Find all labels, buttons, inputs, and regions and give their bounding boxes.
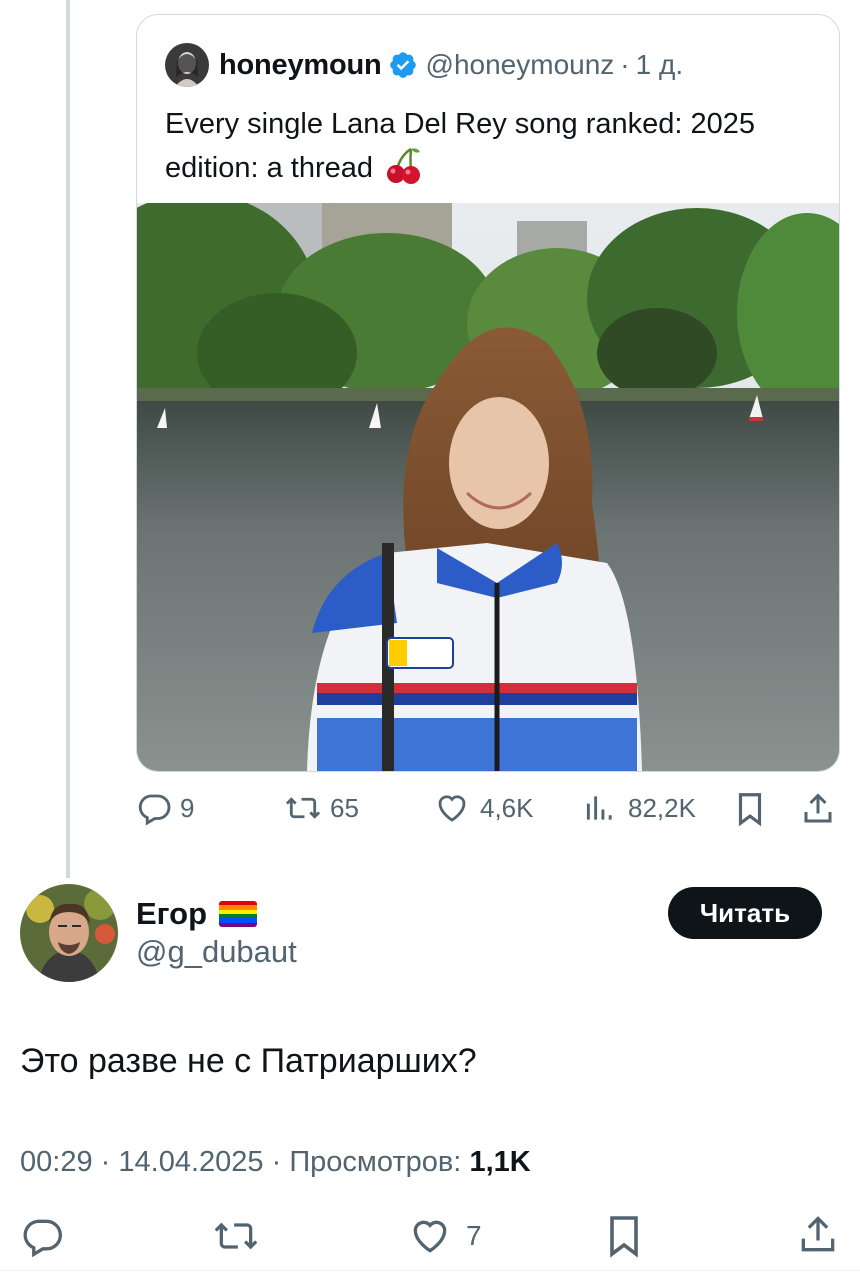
tweet-text: Это разве не с Патриарших?: [20, 1042, 477, 1080]
quoted-like-count: 4,6K: [480, 792, 534, 823]
bookmark-icon: [610, 1216, 638, 1258]
repost-icon: [214, 1222, 258, 1250]
follow-button[interactable]: Читать: [668, 887, 822, 939]
like-count: 7: [466, 1220, 482, 1251]
quoted-repost-action[interactable]: 65: [284, 790, 359, 826]
rainbow-flag-icon: [219, 901, 258, 927]
separator-dot: ·: [100, 1146, 111, 1178]
quoted-reply-action[interactable]: 9: [136, 790, 194, 826]
quoted-share-action[interactable]: [800, 790, 836, 828]
tweet-time[interactable]: 00:29: [20, 1146, 93, 1178]
quoted-author-avatar[interactable]: [165, 43, 209, 87]
views-label: Просмотров:: [289, 1146, 462, 1178]
share-action[interactable]: [796, 1212, 840, 1258]
verified-badge-icon: [389, 52, 416, 78]
quoted-tweet-text: Every single Lana Del Rey song ranked: 2…: [165, 103, 805, 189]
reply-action[interactable]: [20, 1214, 64, 1258]
heart-icon: [413, 1220, 447, 1253]
quoted-tweet-header: honeymoun @honeymounz · 1 д.: [165, 43, 683, 87]
author-avatar[interactable]: [20, 884, 118, 982]
quoted-like-action[interactable]: 4,6K: [434, 790, 534, 826]
quoted-views-action[interactable]: 82,2K: [584, 790, 696, 826]
author-name-row: Егор: [136, 896, 258, 932]
repost-action[interactable]: [212, 1214, 260, 1258]
bookmark-action[interactable]: [604, 1212, 644, 1260]
cherries-icon: [386, 147, 420, 184]
quoted-tweet-photo[interactable]: [137, 203, 839, 771]
tweet-metadata: 00:29 · 14.04.2025 · Просмотров: 1,1K: [20, 1146, 531, 1179]
quoted-tweet-card[interactable]: honeymoun @honeymounz · 1 д. Every singl…: [136, 14, 840, 772]
separator-dot: ·: [271, 1146, 282, 1178]
author-handle[interactable]: @g_dubaut: [136, 934, 297, 970]
bottom-divider: [0, 1270, 860, 1271]
separator-dot: ·: [620, 49, 630, 80]
quoted-tweet-time[interactable]: 1 д.: [636, 49, 683, 81]
share-icon: [804, 793, 832, 823]
tweet-date[interactable]: 14.04.2025: [118, 1146, 263, 1178]
author-name[interactable]: Егор: [136, 896, 207, 932]
quoted-reply-count: 9: [180, 792, 195, 823]
views-count[interactable]: 1,1K: [469, 1146, 530, 1178]
quoted-bookmark-action[interactable]: [734, 790, 766, 828]
like-action[interactable]: 7: [408, 1214, 482, 1258]
bookmark-icon: [738, 793, 762, 827]
views-chart-icon: [586, 796, 612, 820]
heart-icon: [438, 795, 466, 822]
thread-connector-line: [66, 0, 70, 878]
quoted-author-handle[interactable]: @honeymounz: [426, 49, 615, 81]
reply-icon: [23, 1219, 62, 1258]
quoted-views-count: 82,2K: [628, 792, 696, 823]
quoted-repost-count: 65: [330, 792, 359, 823]
quoted-author-name[interactable]: honeymoun: [219, 49, 382, 82]
share-icon: [801, 1216, 835, 1252]
quoted-tweet-text-content: Every single Lana Del Rey song ranked: 2…: [165, 108, 756, 184]
reply-icon: [138, 794, 171, 826]
repost-icon: [285, 797, 321, 819]
